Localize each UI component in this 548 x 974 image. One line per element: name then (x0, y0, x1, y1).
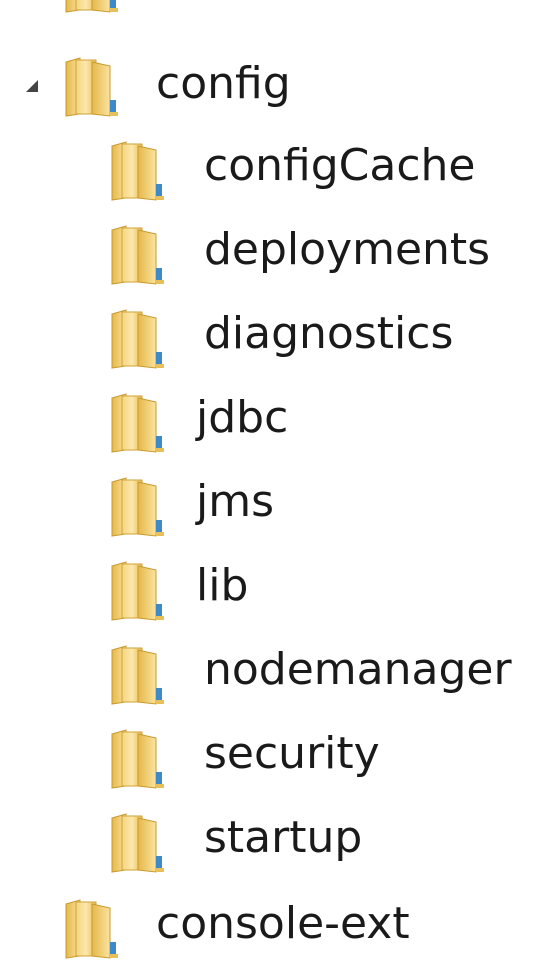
tree-row-deployments[interactable]: deployments (0, 216, 548, 300)
folder-icon (108, 392, 170, 454)
tree-item-label: jdbc (196, 392, 289, 443)
folder-tree: config configCache deployments diagnosti… (0, 0, 548, 974)
folder-icon (108, 812, 170, 874)
folder-icon (62, 0, 124, 14)
expanded-triangle-icon[interactable] (22, 76, 42, 96)
folder-icon (62, 56, 124, 118)
tree-row-lib[interactable]: lib (0, 552, 548, 636)
folder-icon (62, 898, 124, 960)
tree-row-console-ext[interactable]: console-ext (0, 890, 548, 974)
tree-item-label: nodemanager (204, 644, 512, 695)
tree-row-jms[interactable]: jms (0, 468, 548, 552)
tree-item-label: configCache (204, 140, 476, 191)
folder-icon (108, 308, 170, 370)
tree-item-label: security (204, 728, 380, 779)
tree-row-configcache[interactable]: configCache (0, 132, 548, 216)
folder-icon (108, 140, 170, 202)
folder-icon (108, 560, 170, 622)
tree-item-label: startup (204, 812, 363, 863)
tree-item-label: lib (196, 560, 249, 611)
tree-row-nodemanager[interactable]: nodemanager (0, 636, 548, 720)
tree-row-security[interactable]: security (0, 720, 548, 804)
tree-row-jdbc[interactable]: jdbc (0, 384, 548, 468)
tree-item-label: deployments (204, 224, 491, 275)
tree-row-config[interactable]: config (0, 48, 548, 132)
folder-icon (108, 224, 170, 286)
tree-item-label: config (156, 58, 291, 109)
tree-item-label: console-ext (156, 898, 410, 949)
folder-icon (108, 644, 170, 706)
folder-icon (108, 728, 170, 790)
tree-item-label: diagnostics (204, 308, 454, 359)
tree-item-label: jms (196, 476, 275, 527)
tree-row-diagnostics[interactable]: diagnostics (0, 300, 548, 384)
folder-icon (108, 476, 170, 538)
tree-row-startup[interactable]: startup (0, 804, 548, 888)
